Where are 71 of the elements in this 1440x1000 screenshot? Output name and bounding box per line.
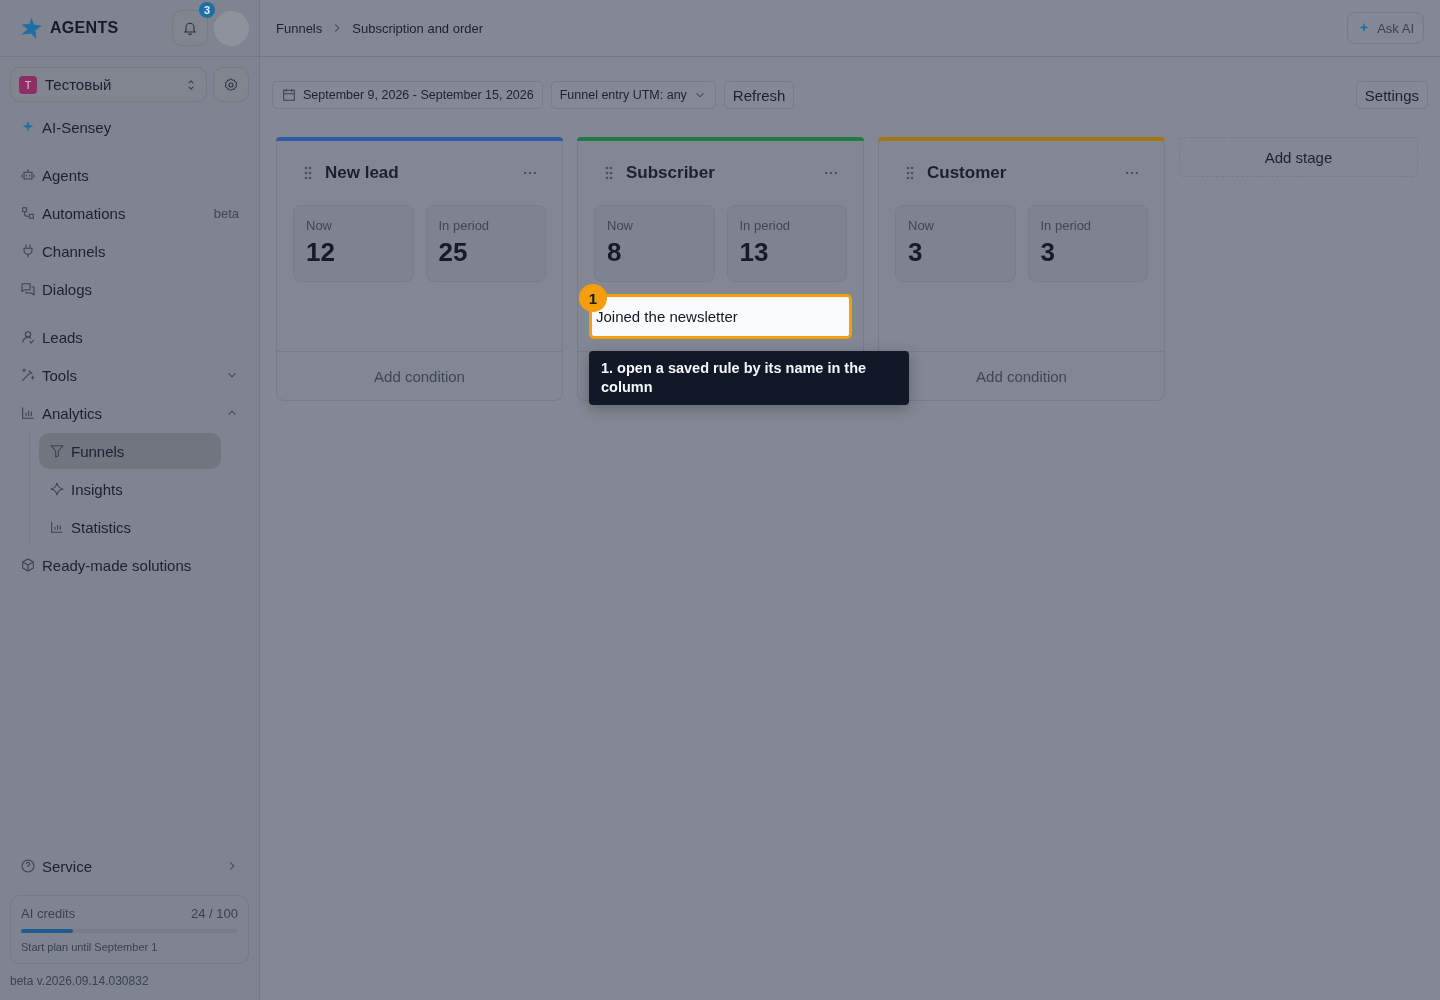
- step-badge: 1: [579, 284, 607, 312]
- version-label: beta v.2026.09.14.030832: [9, 973, 150, 990]
- ask-ai-button[interactable]: Ask AI: [1347, 12, 1424, 44]
- more-icon[interactable]: [1124, 169, 1140, 176]
- more-icon[interactable]: [522, 169, 538, 176]
- robot-icon: [20, 167, 36, 183]
- stat-label: In period: [438, 218, 491, 233]
- chart-icon: [49, 519, 65, 535]
- add-condition-button[interactable]: Add condition: [970, 366, 1073, 386]
- beta-label: beta: [213, 205, 239, 221]
- brand-name: AGENTS: [50, 19, 119, 37]
- stat-label: In period: [1040, 218, 1093, 233]
- stage-title: Subscriber: [626, 162, 715, 183]
- wand-icon: [20, 367, 36, 383]
- sidebar-item[interactable]: AI-Sensey: [10, 108, 249, 146]
- cube-icon: [20, 557, 36, 573]
- credits-reading: 24 / 100: [191, 906, 238, 921]
- notification-count: 3: [199, 2, 215, 18]
- stat-value: 8: [607, 237, 623, 268]
- nodes-icon: [20, 205, 36, 221]
- refresh-button[interactable]: Refresh: [723, 81, 795, 109]
- drag-handle-icon[interactable]: [604, 164, 614, 181]
- service-item[interactable]: Service: [10, 847, 249, 885]
- stat-label: Now: [306, 218, 333, 233]
- stat-value: 25: [438, 237, 469, 268]
- avatar[interactable]: [214, 10, 249, 46]
- drag-handle-icon[interactable]: [303, 164, 313, 181]
- stat-label: Now: [607, 218, 634, 233]
- sidebar-subitem[interactable]: Statistics: [39, 509, 221, 545]
- help-icon: [20, 858, 36, 874]
- star-icon: [49, 481, 65, 497]
- sidebar-item[interactable]: Analytics: [10, 394, 249, 432]
- stat-value: 12: [306, 237, 336, 268]
- stage-title: Customer: [927, 162, 1007, 183]
- sidebar-item[interactable]: Tools: [10, 356, 249, 394]
- stat-label: Now: [908, 218, 935, 233]
- sidebar-item[interactable]: Channels: [10, 232, 249, 270]
- settings-icon: [223, 76, 239, 93]
- sidebar-subitem[interactable]: Insights: [39, 471, 221, 507]
- sidebar-item[interactable]: Leads: [10, 318, 249, 356]
- stat-value: 3: [1040, 237, 1056, 268]
- filter-icon: [49, 443, 65, 459]
- workspace-initial: T: [19, 75, 37, 94]
- sidebar-item[interactable]: Ready-made solutions: [10, 546, 249, 584]
- sidebar-subitem[interactable]: Funnels: [39, 433, 221, 469]
- tour-tooltip: 1. open a saved rule by its name in the column: [589, 351, 909, 405]
- chat-icon: [20, 281, 36, 297]
- bell-icon: [182, 20, 198, 36]
- settings-button[interactable]: Settings: [1355, 81, 1428, 109]
- stat-value: 13: [739, 237, 770, 268]
- drag-handle-icon[interactable]: [905, 164, 915, 181]
- sidebar-item[interactable]: Dialogs: [10, 270, 249, 308]
- stat-label: In period: [739, 218, 792, 233]
- settings-button[interactable]: [213, 67, 249, 102]
- workspace-selector[interactable]: T Тестовый: [10, 67, 207, 102]
- sidebar-item[interactable]: Automations beta: [10, 194, 249, 232]
- chart-icon: [20, 405, 36, 421]
- add-stage-button[interactable]: Add stage: [1179, 137, 1418, 177]
- plug-icon: [20, 243, 36, 259]
- user-icon: [20, 329, 36, 345]
- sidebar-item[interactable]: Agents: [10, 156, 249, 194]
- plan-note: Start plan until September 1: [21, 941, 159, 953]
- utm-filter-dropdown[interactable]: Funnel entry UTM: any: [550, 81, 716, 109]
- more-icon[interactable]: [823, 169, 839, 176]
- credits-label: AI credits: [21, 906, 76, 921]
- calendar-icon: [281, 87, 297, 103]
- stage-title: New lead: [325, 162, 399, 183]
- stat-value: 3: [908, 237, 924, 268]
- add-condition-button[interactable]: Add condition: [368, 366, 471, 386]
- breadcrumb-link[interactable]: Funnels: [276, 20, 323, 36]
- date-range-picker[interactable]: September 9, 2026 - September 15, 2026: [272, 81, 543, 109]
